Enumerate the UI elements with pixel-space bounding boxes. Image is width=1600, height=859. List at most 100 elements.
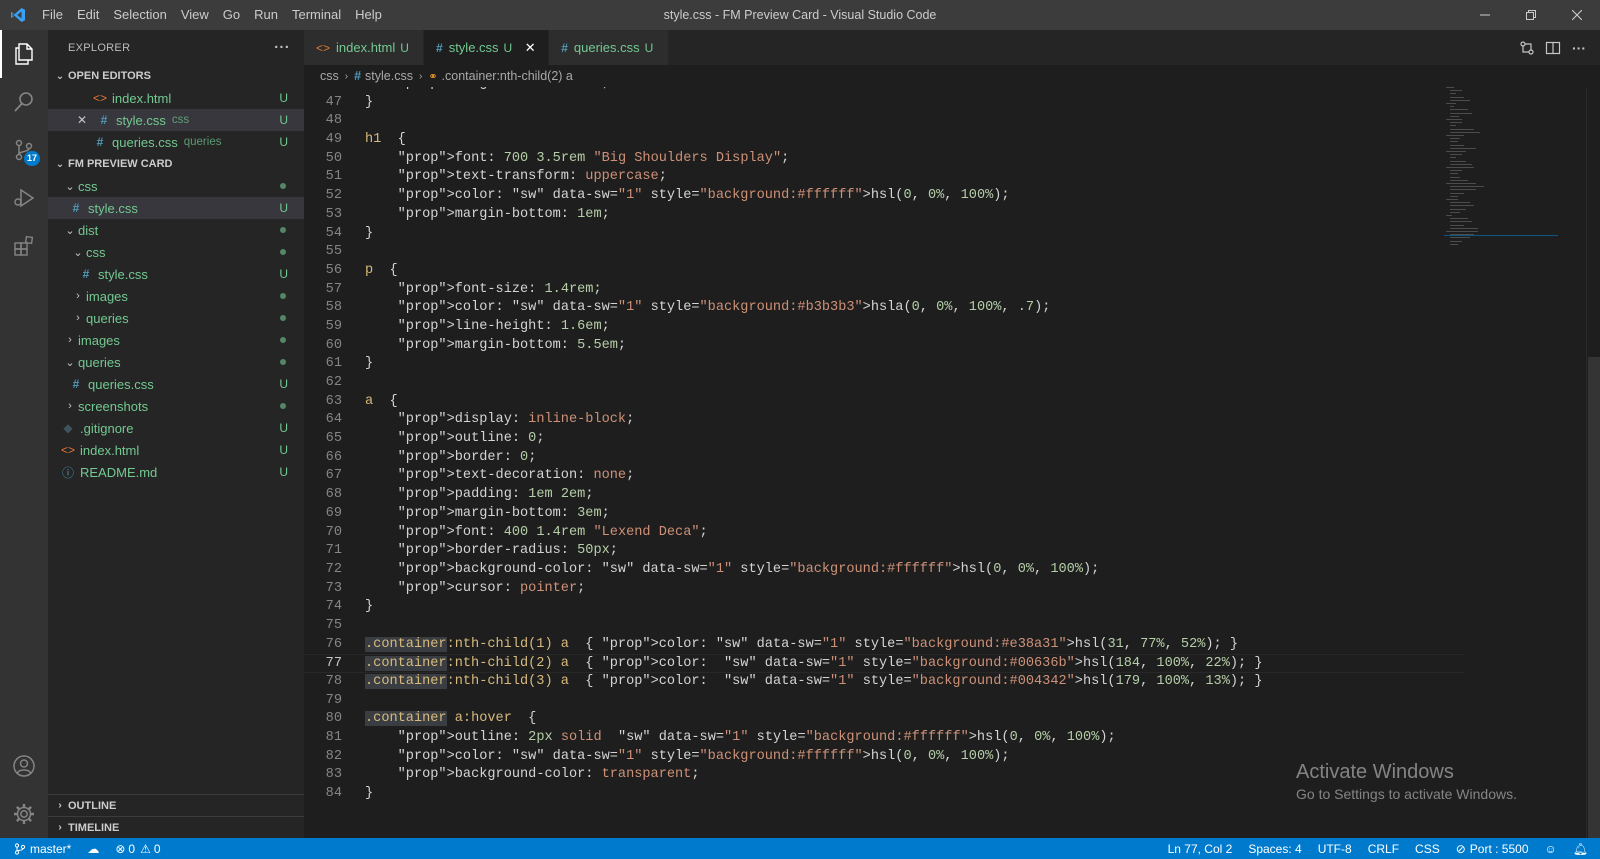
activity-run-debug[interactable] [0,174,48,222]
feedback-button[interactable]: ☺ [1537,838,1565,859]
menu-terminal[interactable]: Terminal [285,0,348,30]
code-line[interactable]: 58 "prop">color: "sw" data-sw="1" style=… [304,299,1464,318]
code-line[interactable]: 53 "prop">margin-bottom: 1em; [304,206,1464,225]
open-editor-item[interactable]: # queries.css queries U [48,131,304,153]
scrollbar-thumb[interactable] [1588,357,1600,838]
indentation[interactable]: Spaces: 4 [1240,838,1309,859]
tab-queries-css[interactable]: # queries.css U [549,30,670,65]
code-line[interactable]: 59 "prop">line-height: 1.6em; [304,318,1464,337]
menu-view[interactable]: View [174,0,216,30]
menu-help[interactable]: Help [348,0,389,30]
code-line[interactable]: 73 "prop">cursor: pointer; [304,580,1464,599]
editor-more-button[interactable]: ··· [1566,35,1592,61]
open-editor-item[interactable]: ✕ # style.css css U [48,109,304,131]
code-line[interactable]: 83 "prop">background-color: transparent; [304,766,1464,785]
menu-file[interactable]: File [35,0,70,30]
code-line[interactable]: 49 h1 { [304,131,1464,150]
code-line[interactable]: 79 [304,692,1464,711]
tree-file[interactable]: ◆ .gitignore U [48,417,304,439]
tab-index-html[interactable]: <> index.html U [304,30,424,65]
code-line[interactable]: 54} [304,225,1464,244]
code-line[interactable]: 78 .container:nth-child(3) a { "prop">col… [304,673,1464,692]
open-editors-header[interactable]: ⌄ OPEN EDITORS [48,65,304,87]
breadcrumb-file[interactable]: style.css [365,69,413,83]
branch-status[interactable]: master* [0,838,79,859]
minimize-button[interactable] [1462,0,1508,30]
code-line[interactable]: 60 "prop">margin-bottom: 5.5em; [304,337,1464,356]
activity-manage[interactable] [0,790,48,838]
code-line[interactable]: 64 "prop">display: inline-block; [304,411,1464,430]
code-line[interactable]: 68 "prop">padding: 1em 2em; [304,486,1464,505]
tree-file[interactable]: # style.css U [48,197,304,219]
code-line[interactable]: 67 "prop">text-decoration: none; [304,467,1464,486]
code-line[interactable]: 80 .container a:hover { [304,710,1464,729]
code-editor[interactable]: 46 "prop">margin-bottom: 4em;47}4849h1 {… [304,87,1464,838]
activity-search[interactable] [0,78,48,126]
tree-file[interactable]: # queries.css U [48,373,304,395]
timeline-header[interactable]: › TIMELINE [48,816,304,838]
code-line[interactable]: 63 a { [304,393,1464,412]
restore-button[interactable] [1508,0,1554,30]
activity-explorer[interactable] [0,30,48,78]
tree-folder[interactable]: ⌄ css [48,241,304,263]
code-line[interactable]: 82 "prop">color: "sw" data-sw="1" style=… [304,748,1464,767]
code-line[interactable]: 65 "prop">outline: 0; [304,430,1464,449]
code-line[interactable]: 71 "prop">border-radius: 50px; [304,542,1464,561]
encoding[interactable]: UTF-8 [1310,838,1360,859]
code-line[interactable]: 47} [304,94,1464,113]
open-editor-item[interactable]: <> index.html U [48,87,304,109]
code-line[interactable]: 70 "prop">font: 400 1.4rem "Lexend Deca"… [304,524,1464,543]
code-line[interactable]: 69 "prop">margin-bottom: 3em; [304,505,1464,524]
tree-file[interactable]: <> index.html U [48,439,304,461]
close-tab-icon[interactable]: ✕ [522,40,538,56]
menu-edit[interactable]: Edit [70,0,106,30]
code-line[interactable]: 81 "prop">outline: 2px solid "sw" data-s… [304,729,1464,748]
code-line[interactable]: 72 "prop">background-color: "sw" data-sw… [304,561,1464,580]
tree-folder[interactable]: ⌄ css [48,175,304,197]
tree-file[interactable]: # style.css U [48,263,304,285]
tree-folder[interactable]: › screenshots [48,395,304,417]
code-line[interactable]: 66 "prop">border: 0; [304,449,1464,468]
tree-folder[interactable]: › queries [48,307,304,329]
line-ending[interactable]: CRLF [1360,838,1407,859]
close-editor-icon[interactable]: ✕ [72,113,92,127]
menu-selection[interactable]: Selection [106,0,173,30]
menu-run[interactable]: Run [247,0,285,30]
split-editor-button[interactable] [1540,35,1566,61]
activity-source-control[interactable]: 17 [0,126,48,174]
notifications-button[interactable]: 🔔︎ [1565,838,1600,859]
tree-folder[interactable]: › images [48,329,304,351]
tab-style-css[interactable]: # style.css U ✕ [424,30,550,65]
activity-accounts[interactable] [0,742,48,790]
tree-folder[interactable]: ⌄ queries [48,351,304,373]
breadcrumb-symbol[interactable]: .container:nth-child(2) a [442,69,573,83]
code-line[interactable]: 76 .container:nth-child(1) a { "prop">col… [304,636,1464,655]
code-line[interactable]: 75 [304,617,1464,636]
code-line[interactable]: 55 [304,243,1464,262]
code-line[interactable]: 74} [304,598,1464,617]
code-line[interactable]: 50 "prop">font: 700 3.5rem "Big Shoulder… [304,150,1464,169]
code-line[interactable]: 62 [304,374,1464,393]
language-mode[interactable]: CSS [1407,838,1448,859]
tree-folder[interactable]: ⌄ dist [48,219,304,241]
code-line[interactable]: 56 p { [304,262,1464,281]
code-line[interactable]: 84} [304,785,1464,804]
live-server-port[interactable]: ⊘ Port : 5500 [1448,838,1537,859]
sync-status[interactable]: ☁ [79,838,107,859]
more-actions-icon[interactable]: ··· [274,39,290,56]
code-line[interactable]: 46 "prop">margin-bottom: 4em; [304,87,1464,94]
outline-header[interactable]: › OUTLINE [48,794,304,816]
project-header[interactable]: ⌄ FM PREVIEW CARD [48,153,304,175]
code-line[interactable]: 57 "prop">font-size: 1.4rem; [304,281,1464,300]
menu-go[interactable]: Go [216,0,247,30]
code-line[interactable]: 51 "prop">text-transform: uppercase; [304,168,1464,187]
code-line[interactable]: 61} [304,355,1464,374]
code-line[interactable]: 52 "prop">color: "sw" data-sw="1" style=… [304,187,1464,206]
activity-extensions[interactable] [0,222,48,270]
open-changes-button[interactable] [1514,35,1540,61]
tree-file[interactable]: ⓘ README.md U [48,461,304,483]
vertical-scrollbar[interactable] [1586,87,1600,838]
vscode-logo-icon[interactable] [0,0,35,30]
cursor-position[interactable]: Ln 77, Col 2 [1160,838,1241,859]
code-line[interactable]: 77 .container:nth-child(2) a { "prop">col… [304,654,1464,673]
